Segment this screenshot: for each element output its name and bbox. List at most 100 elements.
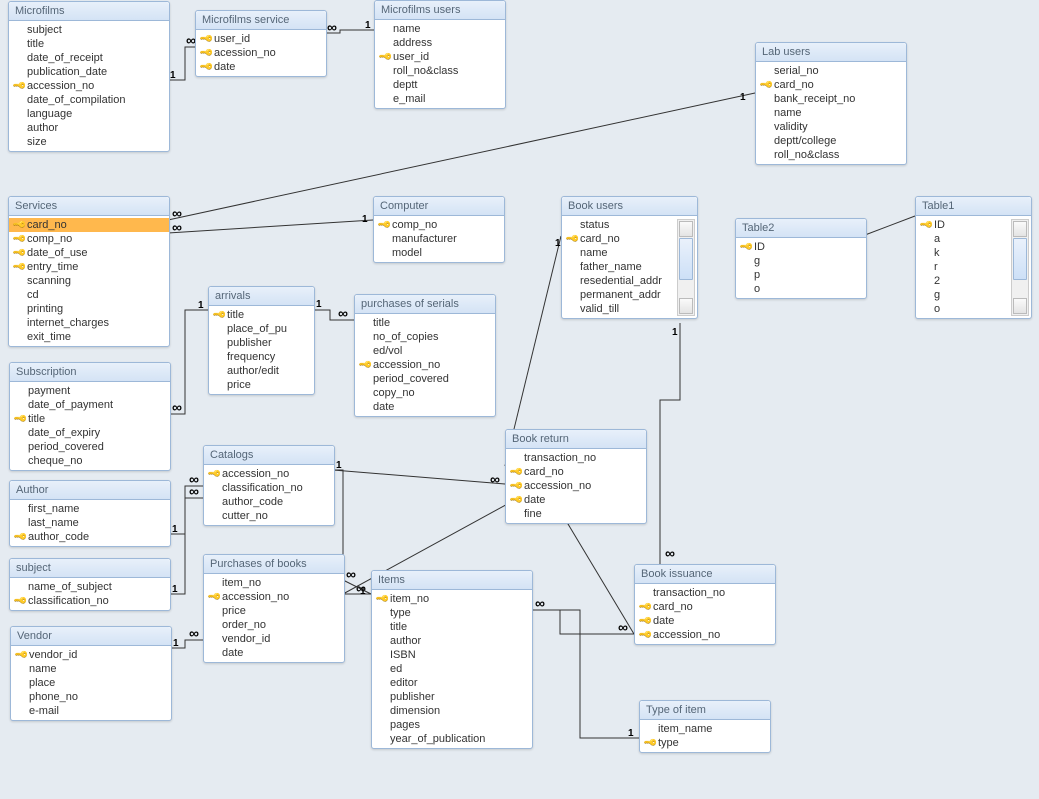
field-row[interactable]: comp_no (9, 232, 169, 246)
field-row[interactable]: r (916, 260, 1013, 274)
table-subject[interactable]: subjectname_of_subjectclassification_no (9, 558, 171, 611)
field-row[interactable]: card_no (756, 78, 906, 92)
field-row[interactable]: comp_no (374, 218, 504, 232)
field-row[interactable]: a (916, 232, 1013, 246)
table-header[interactable]: Type of item (640, 701, 770, 720)
field-row[interactable]: manufacturer (374, 232, 504, 246)
field-row[interactable]: cutter_no (204, 509, 334, 523)
field-row[interactable]: k (916, 246, 1013, 260)
field-row[interactable]: name (375, 22, 505, 36)
field-row[interactable]: card_no (506, 465, 646, 479)
table-header[interactable]: Subscription (10, 363, 170, 382)
field-row[interactable]: roll_no&class (375, 64, 505, 78)
relationship-line[interactable] (865, 216, 915, 235)
field-row[interactable]: author/edit (209, 364, 314, 378)
field-row[interactable]: language (9, 107, 169, 121)
table-purchases_serials[interactable]: purchases of serialstitleno_of_copiesed/… (354, 294, 496, 417)
field-row[interactable]: date_of_compilation (9, 93, 169, 107)
table-header[interactable]: Microfilms (9, 2, 169, 21)
field-row[interactable]: classification_no (10, 594, 170, 608)
table-arrivals[interactable]: arrivalstitleplace_of_pupublisherfrequen… (208, 286, 315, 395)
table-header[interactable]: purchases of serials (355, 295, 495, 314)
field-row[interactable]: place (11, 676, 171, 690)
scrollbar-thumb[interactable] (679, 238, 693, 280)
field-row[interactable]: order_no (204, 618, 344, 632)
field-row[interactable]: copy_no (355, 386, 495, 400)
field-row[interactable]: validity (756, 120, 906, 134)
field-row[interactable]: deptt (375, 78, 505, 92)
field-row[interactable]: valid_till (562, 302, 679, 316)
table-type_item[interactable]: Type of item item_nametype (639, 700, 771, 753)
field-row[interactable]: accession_no (355, 358, 495, 372)
field-row[interactable]: editor (372, 676, 532, 690)
field-row[interactable]: model (374, 246, 504, 260)
field-row[interactable]: dimension (372, 704, 532, 718)
table-microfilms_service[interactable]: Microfilms serviceuser_idacession_nodate (195, 10, 327, 77)
field-row[interactable]: card_no (9, 218, 169, 232)
field-row[interactable]: resedential_addr (562, 274, 679, 288)
field-row[interactable]: classification_no (204, 481, 334, 495)
table-catalogs[interactable]: Catalogsaccession_noclassification_noaut… (203, 445, 335, 526)
field-row[interactable]: e-mail (11, 704, 171, 718)
field-row[interactable]: name_of_subject (10, 580, 170, 594)
field-row[interactable]: cheque_no (10, 454, 170, 468)
field-row[interactable]: user_id (196, 32, 326, 46)
field-row[interactable]: transaction_no (506, 451, 646, 465)
field-row[interactable]: 2 (916, 274, 1013, 288)
field-row[interactable]: roll_no&class (756, 148, 906, 162)
field-row[interactable]: year_of_publication (372, 732, 532, 746)
field-row[interactable]: permanent_addr (562, 288, 679, 302)
table-vendor[interactable]: Vendorvendor_idnameplacephone_noe-mail (10, 626, 172, 721)
field-row[interactable]: first_name (10, 502, 170, 516)
field-row[interactable]: father_name (562, 260, 679, 274)
table-header[interactable]: Book users (562, 197, 697, 216)
table-table2[interactable]: Table2IDgpo (735, 218, 867, 299)
field-row[interactable]: p (736, 268, 866, 282)
field-row[interactable]: type (372, 606, 532, 620)
table-services[interactable]: Servicescard_nocomp_nodate_of_useentry_t… (8, 196, 170, 347)
field-row[interactable]: card_no (562, 232, 679, 246)
table-author[interactable]: Authorfirst_namelast_nameauthor_code (9, 480, 171, 547)
field-row[interactable]: author_code (10, 530, 170, 544)
field-row[interactable]: ed/vol (355, 344, 495, 358)
relationship-line[interactable] (169, 486, 203, 594)
table-table1[interactable]: Table1IDakr2go (915, 196, 1032, 319)
relationship-line[interactable] (168, 220, 373, 233)
field-row[interactable]: pages (372, 718, 532, 732)
field-row[interactable]: subject (9, 23, 169, 37)
field-row[interactable]: item_no (372, 592, 532, 606)
scrollbar[interactable] (677, 219, 695, 316)
field-row[interactable]: type (640, 736, 770, 750)
table-purchases_books[interactable]: Purchases of booksitem_noaccession_nopri… (203, 554, 345, 663)
table-header[interactable]: Computer (374, 197, 504, 216)
field-row[interactable]: item_name (640, 722, 770, 736)
scrollbar[interactable] (1011, 219, 1029, 316)
field-row[interactable]: deptt/college (756, 134, 906, 148)
field-row[interactable]: date_of_expiry (10, 426, 170, 440)
field-row[interactable]: scanning (9, 274, 169, 288)
field-row[interactable]: ID (736, 240, 866, 254)
field-row[interactable]: user_id (375, 50, 505, 64)
field-row[interactable]: transaction_no (635, 586, 775, 600)
field-row[interactable]: phone_no (11, 690, 171, 704)
field-row[interactable]: period_covered (10, 440, 170, 454)
table-header[interactable]: Purchases of books (204, 555, 344, 574)
field-row[interactable]: title (10, 412, 170, 426)
table-header[interactable]: Table1 (916, 197, 1031, 216)
field-row[interactable]: accession_no (204, 467, 334, 481)
field-row[interactable]: printing (9, 302, 169, 316)
field-row[interactable]: accession_no (9, 79, 169, 93)
field-row[interactable]: title (209, 308, 314, 322)
scrollbar-thumb[interactable] (1013, 238, 1027, 280)
field-row[interactable]: fine (506, 507, 646, 521)
field-row[interactable]: price (209, 378, 314, 392)
field-row[interactable]: date (635, 614, 775, 628)
field-row[interactable]: accession_no (204, 590, 344, 604)
field-row[interactable]: g (736, 254, 866, 268)
field-row[interactable]: size (9, 135, 169, 149)
table-header[interactable]: arrivals (209, 287, 314, 306)
field-row[interactable]: e_mail (375, 92, 505, 106)
field-row[interactable]: name (562, 246, 679, 260)
table-header[interactable]: Book issuance (635, 565, 775, 584)
field-row[interactable]: vendor_id (11, 648, 171, 662)
